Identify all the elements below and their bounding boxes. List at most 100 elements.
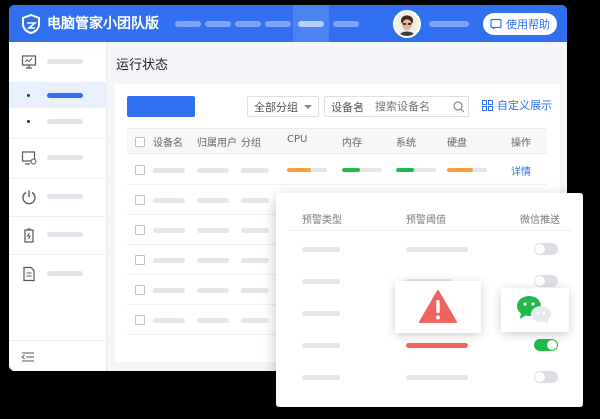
alert-type-cell (302, 343, 340, 348)
sidebar-item-battery[interactable] (9, 216, 107, 254)
cell-group (241, 198, 269, 203)
table-row[interactable]: 详情 (127, 155, 547, 185)
sidebar-item-overview[interactable] (9, 42, 107, 82)
row-checkbox[interactable] (135, 285, 145, 295)
chevron-down-icon (355, 105, 363, 109)
cell-user (197, 228, 229, 233)
detail-link[interactable]: 详情 (511, 163, 531, 178)
column-header-user: 归属用户 (197, 138, 237, 149)
toggle-knob (547, 340, 557, 350)
wechat-push-toggle[interactable] (534, 371, 558, 383)
cell-user (197, 198, 229, 203)
memory-usage-bar (342, 168, 382, 172)
wechat-push-toggle[interactable] (534, 339, 558, 351)
alert-type-cell (302, 279, 340, 284)
popup-header: 预警类型 预警阈值 微信推送 (288, 205, 571, 231)
alert-row (288, 235, 571, 265)
cell-group (241, 288, 269, 293)
shield-logo-icon (22, 14, 40, 34)
search-icon[interactable] (453, 101, 465, 113)
group-filter-select[interactable]: 全部分组 (247, 96, 319, 117)
sidebar-item-label (47, 232, 83, 237)
cpu-usage-bar (287, 168, 327, 172)
top-header: 电脑管家小团队版 使用帮助 (9, 5, 567, 42)
threshold-cell (406, 375, 468, 380)
nav-item[interactable] (205, 21, 231, 27)
select-all-checkbox[interactable] (135, 137, 145, 147)
column-header-system: 系统 (396, 138, 416, 149)
display-settings-icon (21, 151, 37, 165)
wechat-push-toggle[interactable] (534, 243, 558, 255)
sidebar-subitem-label (47, 93, 83, 98)
wechat-card (501, 288, 569, 332)
sidebar-subitem-label (47, 119, 83, 124)
battery-icon (24, 228, 34, 243)
column-header-cpu: CPU (287, 134, 308, 145)
warning-icon (419, 290, 457, 323)
avatar[interactable] (393, 10, 421, 38)
row-checkbox[interactable] (135, 195, 145, 205)
column-header-disk: 硬盘 (447, 138, 467, 149)
warning-card (395, 281, 481, 333)
nav-item[interactable] (333, 21, 359, 27)
row-checkbox[interactable] (135, 315, 145, 325)
alert-row (288, 363, 571, 393)
sidebar-item-power[interactable] (9, 178, 107, 216)
help-icon (490, 18, 502, 30)
column-header-memory: 内存 (342, 138, 362, 149)
username (429, 21, 469, 27)
field-select[interactable]: 设备名 (324, 96, 370, 117)
sidebar-item-label (47, 59, 83, 64)
nav-item-active[interactable] (298, 21, 324, 27)
primary-action-button[interactable] (127, 96, 195, 117)
divider (9, 340, 107, 341)
app-title: 电脑管家小团队版 (47, 16, 159, 32)
page-title: 运行状态 (116, 58, 169, 73)
cell-device (153, 288, 185, 293)
grid-icon (482, 99, 493, 111)
system-usage-bar (396, 168, 436, 172)
wechat-push-toggle[interactable] (534, 275, 558, 287)
disk-usage-bar (447, 168, 487, 172)
cell-device (153, 198, 185, 203)
row-checkbox[interactable] (135, 255, 145, 265)
group-filter-value: 全部分组 (254, 100, 298, 114)
row-checkbox[interactable] (135, 165, 145, 175)
wechat-icon (517, 296, 551, 324)
sidebar-item-logs[interactable] (9, 254, 107, 294)
help-button[interactable]: 使用帮助 (483, 13, 557, 35)
nav-item[interactable] (175, 21, 201, 27)
cell-device (153, 168, 185, 173)
alert-type-cell (302, 247, 340, 252)
nav-item[interactable] (265, 21, 291, 27)
column-header-alert-type: 预警类型 (302, 215, 342, 226)
cell-user (197, 258, 229, 263)
row-checkbox[interactable] (135, 225, 145, 235)
column-header-wechat-push: 微信推送 (520, 215, 560, 226)
cell-group (241, 228, 269, 233)
sidebar-item-display[interactable] (9, 138, 107, 178)
sidebar-subitem-running-status[interactable] (9, 82, 107, 108)
toggle-knob (535, 372, 545, 382)
column-header-actions: 操作 (511, 138, 531, 149)
table-header: 设备名 归属用户 分组 CPU 内存 系统 硬盘 操作 (127, 128, 547, 154)
chevron-down-icon (304, 105, 312, 109)
disk-usage-fill (447, 168, 473, 172)
avatar-image (395, 12, 419, 36)
custom-display-link[interactable]: 自定义展示 (482, 97, 552, 113)
column-header-device: 设备名 (153, 138, 183, 149)
sidebar-item-label (47, 155, 83, 160)
cell-user (197, 288, 229, 293)
memory-usage-fill (342, 168, 360, 172)
alert-row (288, 331, 571, 361)
nav-item[interactable] (235, 21, 261, 27)
sidebar (9, 42, 107, 371)
monitor-icon (21, 55, 37, 69)
alert-type-cell (302, 311, 340, 316)
cpu-usage-fill (287, 168, 311, 172)
cell-group (241, 168, 269, 173)
sidebar-subitem[interactable] (9, 108, 107, 134)
column-header-threshold: 预警阈值 (406, 215, 446, 226)
collapse-icon[interactable] (21, 350, 35, 364)
cell-user (197, 168, 229, 173)
